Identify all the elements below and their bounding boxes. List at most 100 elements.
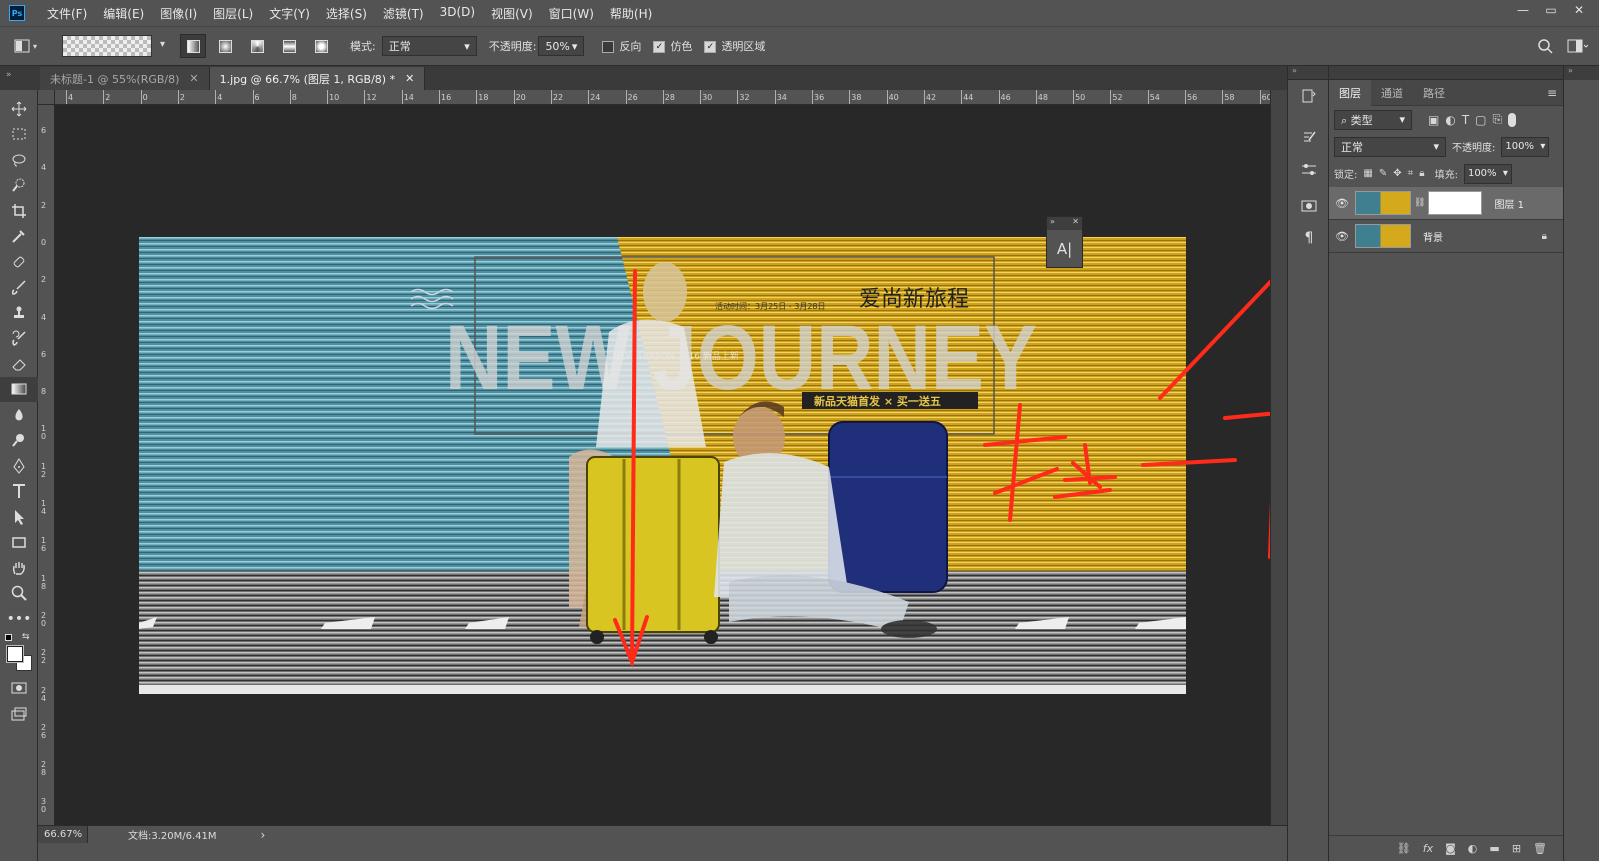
stamp-tool[interactable] xyxy=(0,300,38,326)
delete-layer-icon[interactable]: 🗑︎ xyxy=(1533,842,1547,855)
adjustment-layer-icon[interactable]: ◐ xyxy=(1468,842,1478,855)
link-icon[interactable]: ⛓︎ xyxy=(1414,198,1425,208)
foreground-color-swatch[interactable] xyxy=(7,645,23,662)
collapse-panels-icon[interactable]: » xyxy=(1564,66,1599,80)
default-colors-icon[interactable] xyxy=(5,633,12,641)
close-window-button[interactable]: ✕ xyxy=(1565,0,1593,20)
filter-shape-icon[interactable]: ▢ xyxy=(1475,113,1486,127)
new-group-icon[interactable]: ▬ xyxy=(1489,842,1499,855)
lasso-tool[interactable] xyxy=(0,147,38,173)
character-icon[interactable]: A| xyxy=(1047,230,1082,267)
crop-tool[interactable] xyxy=(0,198,38,224)
tab-1jpg[interactable]: 1.jpg @ 66.7% (图层 1, RGB/8) * ✕ xyxy=(209,67,426,90)
lock-artboard-icon[interactable]: ⌗ xyxy=(1408,168,1414,179)
workspace-icon[interactable] xyxy=(1567,39,1589,53)
tool-preset-picker[interactable]: ▾ xyxy=(14,36,40,56)
fx-icon[interactable]: fx xyxy=(1423,842,1433,855)
tab-paths[interactable]: 路径 xyxy=(1413,80,1455,106)
filter-type-select[interactable]: ⌕ 类型 ▾ xyxy=(1334,109,1412,130)
add-mask-icon[interactable]: ◙ xyxy=(1445,842,1456,855)
diamond-gradient-button[interactable] xyxy=(308,34,334,58)
link-layers-icon[interactable]: ⛓︎ xyxy=(1397,842,1411,855)
menu-item[interactable]: 帮助(H) xyxy=(602,5,660,22)
reverse-option[interactable]: 反向 xyxy=(602,38,641,54)
tab-layers[interactable]: 图层 xyxy=(1329,79,1371,106)
zoom-tool[interactable] xyxy=(0,581,38,607)
tab-untitled[interactable]: 未标题-1 @ 55%(RGB/8) ✕ xyxy=(40,67,210,90)
gradient-tool[interactable] xyxy=(0,376,38,402)
lock-transparent-icon[interactable]: ▦ xyxy=(1363,168,1372,179)
color-swatches[interactable]: ⇆ xyxy=(0,632,38,676)
quick-select-tool[interactable] xyxy=(0,173,38,199)
screen-mode-button[interactable] xyxy=(0,701,38,727)
blend-mode-select[interactable]: 正常 ▾ xyxy=(1334,136,1446,157)
vertical-scrollbar[interactable] xyxy=(1270,90,1287,825)
paragraph-button[interactable]: ¶ xyxy=(1288,222,1330,254)
dither-checkbox[interactable]: ✓ xyxy=(653,41,666,53)
dodge-tool[interactable] xyxy=(0,428,38,454)
menu-item[interactable]: 3D(D) xyxy=(432,5,483,22)
panel-menu-icon[interactable]: ≡ xyxy=(1547,86,1557,100)
visibility-eye-icon[interactable]: 👁︎ xyxy=(1329,230,1355,243)
menu-item[interactable]: 图像(I) xyxy=(152,5,205,22)
layer-mask-thumbnail[interactable] xyxy=(1428,191,1483,215)
type-tool[interactable] xyxy=(0,479,38,505)
blur-tool[interactable] xyxy=(0,402,38,428)
menu-item[interactable]: 文件(F) xyxy=(39,5,95,22)
close-icon[interactable]: ✕ xyxy=(1072,217,1079,230)
menu-item[interactable]: 编辑(E) xyxy=(95,5,152,22)
layer-row[interactable]: 👁︎ 背景 🔒︎ xyxy=(1329,220,1563,253)
filter-adjustment-icon[interactable]: ◐ xyxy=(1445,113,1455,127)
opacity-input[interactable]: 50% ▾ xyxy=(538,36,585,56)
brush-tool[interactable] xyxy=(0,275,38,301)
document-image[interactable]: NEW JOURNEY 爱尚新旅程 活动时间：3月25日 - 3月28日 NEW… xyxy=(55,105,1270,825)
reverse-checkbox[interactable] xyxy=(602,41,615,53)
brush-settings-button[interactable] xyxy=(1288,122,1330,154)
lock-paint-icon[interactable]: ✎ xyxy=(1379,168,1387,179)
fill-input[interactable]: 100% ▾ xyxy=(1463,163,1512,184)
path-select-tool[interactable] xyxy=(0,504,38,530)
filter-smart-icon[interactable]: ⎘ xyxy=(1493,112,1503,127)
close-icon[interactable]: ✕ xyxy=(405,72,414,85)
layer-opacity-input[interactable]: 100% ▾ xyxy=(1501,136,1550,157)
quick-mask-button[interactable] xyxy=(0,676,38,702)
tab-channels[interactable]: 通道 xyxy=(1371,80,1413,106)
menu-item[interactable]: 滤镜(T) xyxy=(375,5,432,22)
filter-toggle-icon[interactable] xyxy=(1508,112,1517,127)
swap-colors-icon[interactable]: ⇆ xyxy=(22,632,30,642)
menu-item[interactable]: 图层(L) xyxy=(205,5,261,22)
pen-tool[interactable] xyxy=(0,453,38,479)
transparency-checkbox[interactable]: ✓ xyxy=(704,41,717,53)
lock-position-icon[interactable]: ✥ xyxy=(1393,168,1401,179)
eyedropper-tool[interactable] xyxy=(0,224,38,250)
filter-type-icon[interactable]: T xyxy=(1462,113,1469,127)
layer-row[interactable]: 👁︎ ⛓︎ 图层 1 xyxy=(1329,187,1563,220)
close-icon[interactable]: ✕ xyxy=(189,72,198,85)
move-tool[interactable] xyxy=(0,96,38,122)
reflected-gradient-button[interactable] xyxy=(276,34,302,58)
clone-source-button[interactable] xyxy=(1288,190,1330,222)
angle-gradient-button[interactable] xyxy=(244,34,270,58)
search-icon[interactable] xyxy=(1537,38,1553,54)
visibility-eye-icon[interactable]: 👁︎ xyxy=(1329,197,1355,210)
menu-item[interactable]: 视图(V) xyxy=(483,5,541,22)
eraser-tool[interactable] xyxy=(0,351,38,377)
rectangle-tool[interactable] xyxy=(0,530,38,556)
canvas-area[interactable]: NEW JOURNEY 爱尚新旅程 活动时间：3月25日 - 3月28日 NEW… xyxy=(55,105,1270,825)
collapse-dock-icon[interactable]: » xyxy=(1288,66,1328,80)
more-tools[interactable]: ••• xyxy=(0,606,38,632)
menu-item[interactable]: 选择(S) xyxy=(318,5,375,22)
zoom-level[interactable]: 66.67% xyxy=(38,826,88,843)
history-brush-tool[interactable] xyxy=(0,326,38,352)
restore-button[interactable]: ▭ xyxy=(1537,0,1565,20)
lock-all-icon[interactable]: 🔒︎ xyxy=(1419,168,1424,179)
menu-item[interactable]: 文字(Y) xyxy=(261,5,318,22)
linear-gradient-button[interactable] xyxy=(180,34,206,58)
filter-pixel-icon[interactable]: ▣ xyxy=(1428,113,1439,127)
gradient-preview[interactable]: ▾ xyxy=(62,35,165,57)
mode-select[interactable]: 正常 ▾ xyxy=(381,36,477,56)
expand-icon[interactable]: » xyxy=(1050,217,1055,230)
new-layer-icon[interactable]: ⊞ xyxy=(1512,842,1521,855)
collapse-toolbar-icon[interactable]: » xyxy=(0,66,40,90)
adjustments-button[interactable] xyxy=(1288,154,1330,186)
